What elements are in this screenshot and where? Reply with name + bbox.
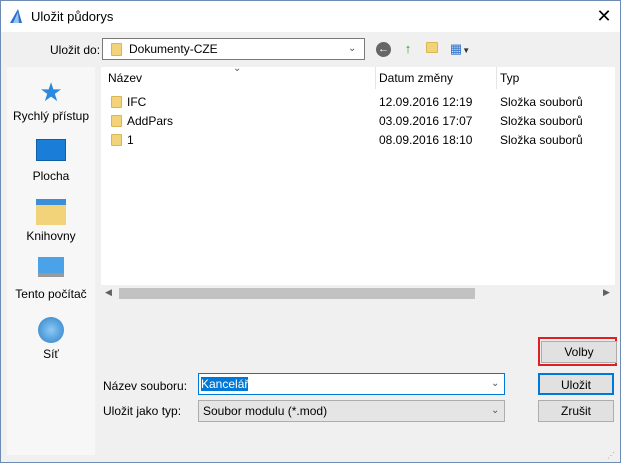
network-icon [38,317,64,343]
chevron-down-icon: ⌄ [348,43,357,54]
title-bar: Uložit půdorys ✕ [1,1,620,32]
horizontal-scrollbar[interactable]: ◀ ▶ [101,285,615,302]
file-date: 03.09.2016 17:07 [379,114,473,128]
scroll-left-icon[interactable]: ◀ [105,287,112,298]
save-in-dropdown[interactable]: Dokumenty-CZE ⌄ [102,38,365,60]
place-this-pc[interactable]: Tento počítač [7,257,95,301]
file-type-select[interactable]: Soubor modulu (*.mod) ⌄ [198,400,505,422]
place-desktop[interactable]: Plocha [7,139,95,183]
place-label: Tento počítač [15,287,87,301]
table-row[interactable]: IFC 12.09.2016 12:19 Složka souborů [101,92,615,111]
filename-value: Kancelář [201,377,249,391]
file-name: 1 [127,133,134,147]
place-label: Rychlý přístup [12,109,90,123]
place-quick-access[interactable]: ★ Rychlý přístup [7,79,95,123]
save-in-label: Uložit do: [50,43,101,57]
cancel-button[interactable]: Zrušit [538,400,614,422]
folder-icon [111,43,122,56]
file-date: 12.09.2016 12:19 [379,95,473,109]
file-type: Složka souborů [500,133,583,147]
column-header-name[interactable]: Název [108,71,142,85]
scrollbar-thumb[interactable] [119,288,475,299]
computer-icon [38,257,64,277]
table-row[interactable]: AddPars 03.09.2016 17:07 Složka souborů [101,111,615,130]
file-name: AddPars [127,114,174,128]
window-title: Uložit půdorys [31,9,114,24]
file-list[interactable]: ⌄ Název Datum změny Typ IFC 12.09.2016 12… [101,63,615,302]
place-label: Knihovny [26,229,76,243]
place-label: Síť [43,347,59,361]
place-libraries[interactable]: Knihovny [7,199,95,243]
places-bar: ★ Rychlý přístup Plocha Knihovny Tento po… [7,67,95,455]
file-type: Složka souborů [500,95,583,109]
sort-indicator-icon: ⌄ [233,63,242,74]
table-row[interactable]: 1 08.09.2016 18:10 Složka souborů [101,130,615,149]
place-label: Plocha [32,169,70,183]
desktop-icon [36,139,66,161]
file-date: 08.09.2016 18:10 [379,133,473,147]
up-folder-icon[interactable]: ↑ [399,40,417,58]
column-header-date[interactable]: Datum změny [379,71,453,85]
file-type-value: Soubor modulu (*.mod) [203,404,328,418]
close-button[interactable]: ✕ [593,5,615,27]
scroll-right-icon[interactable]: ▶ [603,287,610,298]
app-icon [10,9,22,23]
chevron-down-icon[interactable]: ⌄ [491,378,499,389]
save-button[interactable]: Uložit [538,373,614,395]
libraries-icon [36,199,66,225]
column-header-type[interactable]: Typ [500,71,519,85]
save-in-value: Dokumenty-CZE [129,42,218,56]
chevron-down-icon: ⌄ [491,405,500,416]
filename-label: Název souboru: [103,379,188,393]
view-menu-icon[interactable]: ▦▼ [447,40,473,58]
file-type: Složka souborů [500,114,583,128]
place-network[interactable]: Síť [7,317,95,361]
file-type-label: Uložit jako typ: [103,404,182,418]
new-folder-icon[interactable] [423,40,441,58]
filename-input[interactable]: Kancelář ⌄ [198,373,505,395]
file-name: IFC [127,95,147,109]
back-icon[interactable]: ← [376,42,391,57]
resize-grip-icon[interactable]: ⋰ [607,451,615,460]
options-button[interactable]: Volby [541,341,617,363]
star-icon: ★ [39,77,63,107]
